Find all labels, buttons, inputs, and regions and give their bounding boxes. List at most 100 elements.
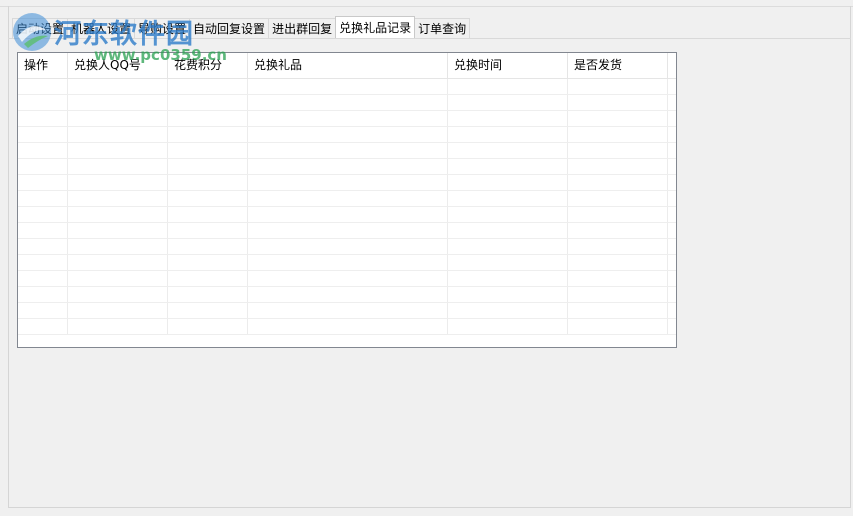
grid-empty-cell (448, 319, 568, 334)
grid-empty-cell (248, 127, 448, 142)
grid-empty-cell (248, 191, 448, 206)
grid-empty-cell (568, 319, 668, 334)
grid-empty-cell (18, 287, 68, 302)
column-header-action[interactable]: 操作 (18, 53, 68, 78)
grid-empty-cell (168, 159, 248, 174)
grid-empty-cell (248, 143, 448, 158)
grid-empty-cell (248, 239, 448, 254)
grid-empty-cell (18, 191, 68, 206)
grid-empty-cell (18, 207, 68, 222)
grid-empty-cell (568, 239, 668, 254)
grid-empty-cell (68, 191, 168, 206)
grid-empty-cell (168, 287, 248, 302)
grid-empty-cell (248, 271, 448, 286)
tab-robot-settings[interactable]: 机器人设置 (67, 18, 136, 38)
grid-empty-cell (248, 319, 448, 334)
grid-empty-cell (68, 95, 168, 110)
grid-empty-cell (568, 271, 668, 286)
tab-auto-reply-settings[interactable]: 自动回复设置 (189, 18, 270, 38)
grid-empty-cell (448, 207, 568, 222)
grid-empty-cell (448, 239, 568, 254)
column-header-shipped[interactable]: 是否发货 (568, 53, 668, 78)
grid-empty-cell (168, 111, 248, 126)
grid-empty-cell (168, 79, 248, 94)
grid-empty-cell (168, 319, 248, 334)
column-header-exchange-time[interactable]: 兑换时间 (448, 53, 568, 78)
grid-empty-cell (18, 127, 68, 142)
grid-empty-row (18, 127, 676, 143)
grid-empty-cell (448, 303, 568, 318)
grid-empty-cell (68, 79, 168, 94)
grid-empty-cell (248, 287, 448, 302)
tab-shopping-guide-settings[interactable]: 导购设置 (134, 18, 191, 38)
grid-empty-cell (168, 239, 248, 254)
grid-empty-cell (568, 223, 668, 238)
grid-empty-cell (68, 255, 168, 270)
grid-empty-cell (248, 111, 448, 126)
grid-empty-row (18, 191, 676, 207)
grid-empty-cell (448, 271, 568, 286)
grid-empty-cell (448, 95, 568, 110)
tab-gift-exchange-records[interactable]: 兑换礼品记录 (335, 16, 416, 38)
grid-empty-cell (248, 95, 448, 110)
grid-empty-cell (448, 79, 568, 94)
column-header-exchanger-qq[interactable]: 兑换人QQ号 (68, 53, 168, 78)
grid-empty-row (18, 271, 676, 287)
grid-empty-cell (168, 271, 248, 286)
grid-empty-cell (18, 143, 68, 158)
grid-empty-row (18, 175, 676, 191)
grid-empty-row (18, 95, 676, 111)
grid-empty-cell (168, 223, 248, 238)
grid-empty-cell (568, 255, 668, 270)
grid-empty-cell (18, 111, 68, 126)
grid-empty-row (18, 143, 676, 159)
grid-empty-cell (68, 175, 168, 190)
grid-empty-cell (168, 143, 248, 158)
grid-empty-cell (568, 303, 668, 318)
grid-empty-cell (568, 127, 668, 142)
grid-empty-cell (18, 271, 68, 286)
grid-empty-cell (68, 239, 168, 254)
grid-empty-cell (68, 271, 168, 286)
tab-order-query[interactable]: 订单查询 (414, 18, 471, 38)
grid-empty-cell (168, 175, 248, 190)
grid-empty-cell (568, 287, 668, 302)
grid-empty-row (18, 239, 676, 255)
grid-empty-cell (448, 111, 568, 126)
grid-empty-cell (448, 159, 568, 174)
grid-empty-cell (18, 175, 68, 190)
grid-empty-row (18, 79, 676, 95)
grid-empty-row (18, 111, 676, 127)
grid-header: 操作 兑换人QQ号 花费积分 兑换礼品 兑换时间 是否发货 (18, 53, 676, 79)
grid-empty-cell (448, 287, 568, 302)
grid-empty-cell (68, 111, 168, 126)
grid-empty-cell (568, 95, 668, 110)
tab-group-join-leave-reply[interactable]: 进出群回复 (268, 18, 337, 38)
grid-empty-cell (448, 175, 568, 190)
grid-empty-cell (248, 159, 448, 174)
gift-exchange-grid[interactable]: 操作 兑换人QQ号 花费积分 兑换礼品 兑换时间 是否发货 (17, 52, 677, 348)
grid-empty-cell (68, 319, 168, 334)
grid-empty-cell (248, 175, 448, 190)
grid-empty-cell (168, 255, 248, 270)
grid-empty-cell (18, 79, 68, 94)
grid-empty-cell (18, 319, 68, 334)
grid-empty-row (18, 319, 676, 335)
column-header-points-spent[interactable]: 花费积分 (168, 53, 248, 78)
grid-empty-cell (248, 207, 448, 222)
grid-empty-cell (568, 79, 668, 94)
tab-startup-settings[interactable]: 启动设置 (12, 18, 69, 38)
grid-empty-cell (448, 143, 568, 158)
grid-empty-cell (248, 255, 448, 270)
grid-empty-cell (168, 303, 248, 318)
grid-empty-cell (68, 207, 168, 222)
grid-empty-row (18, 159, 676, 175)
grid-empty-cell (18, 223, 68, 238)
grid-empty-cell (168, 127, 248, 142)
grid-empty-cell (168, 95, 248, 110)
column-header-gift[interactable]: 兑换礼品 (248, 53, 448, 78)
grid-empty-row (18, 255, 676, 271)
grid-empty-cell (68, 303, 168, 318)
grid-empty-cell (568, 175, 668, 190)
grid-empty-cell (68, 159, 168, 174)
